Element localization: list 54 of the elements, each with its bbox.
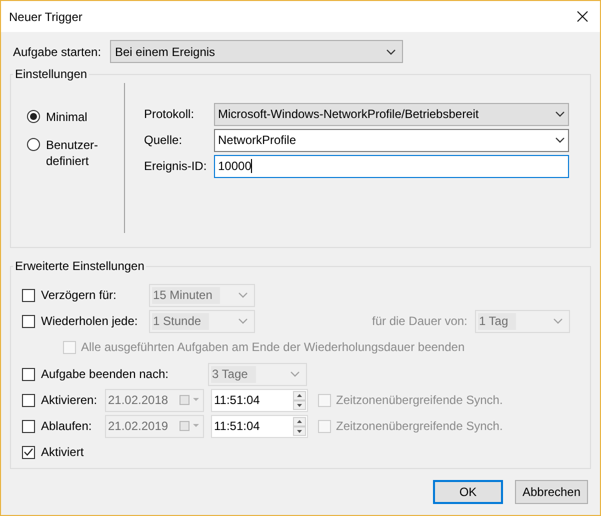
duration-label: für die Dauer von:: [372, 313, 468, 330]
group-title: Einstellungen: [14, 66, 88, 83]
sync-label: Zeitzonenübergreifende Synch.: [336, 392, 503, 409]
window-title: Neuer Trigger: [9, 8, 82, 26]
checkbox[interactable]: [22, 446, 35, 458]
option-label: Ablaufen:: [41, 418, 93, 435]
option-label: Alle ausgeführten Aufgaben am Ende der Wiederholungsdauer beenden: [81, 339, 465, 356]
spinner-icon: [293, 416, 306, 436]
radio-label: Benutzer-definiert: [46, 137, 100, 169]
spinner-icon: [293, 390, 306, 410]
checkbox[interactable]: [22, 394, 35, 406]
close-icon: [576, 11, 588, 22]
start-dropdown[interactable]: Bei einem Ereignis: [110, 40, 403, 63]
radio-button[interactable]: [27, 110, 40, 123]
source-combo-box[interactable]: NetworkProfile: [214, 128, 569, 152]
caret-icon: [238, 318, 248, 324]
calendar-icon: [179, 421, 201, 431]
option-label: Aufgabe beenden nach:: [41, 366, 170, 383]
interval-dropdown[interactable]: 1 Stunde: [149, 310, 255, 332]
dialog-button[interactable]: OK: [433, 480, 503, 504]
field-label: Aufgabe starten:: [13, 44, 102, 60]
option-label: Aktivieren:: [41, 392, 98, 409]
checkbox[interactable]: [22, 420, 35, 432]
caret-icon: [238, 292, 248, 298]
caret-icon: [290, 371, 300, 377]
field-label: Protokoll:: [144, 106, 196, 123]
check-icon: [24, 448, 33, 456]
option-label: Aktiviert: [41, 444, 84, 461]
group-title: Erweiterte Einstellungen: [14, 258, 146, 275]
radio-label: Minimal: [46, 109, 88, 125]
field-label: Ereignis-ID:: [144, 158, 208, 175]
checkbox[interactable]: [22, 288, 35, 302]
input-field[interactable]: 10000: [214, 154, 569, 178]
caret-icon: [553, 318, 563, 324]
option-label: Wiederholen jede:: [41, 313, 139, 330]
duration-dropdown[interactable]: 15 Minuten: [149, 284, 255, 306]
checkbox[interactable]: [22, 368, 35, 380]
caret-icon: [386, 48, 396, 54]
field-label: Quelle:: [144, 132, 184, 149]
protocol-dropdown[interactable]: Microsoft-Windows-NetworkProfile/Betriebsbereit: [214, 102, 569, 126]
time-field[interactable]: 11:51:04: [211, 388, 308, 412]
dialog-button[interactable]: Abbrechen: [515, 480, 588, 504]
caret-icon: [555, 137, 565, 143]
calendar-icon: [179, 395, 201, 405]
date-field[interactable]: 21.02.2018: [105, 388, 204, 412]
checkbox[interactable]: [22, 314, 35, 328]
option-label: Verzögern für:: [41, 287, 118, 304]
caret-icon: [555, 111, 565, 117]
radio-button[interactable]: [27, 138, 40, 151]
time-field[interactable]: 11:51:04: [211, 414, 308, 438]
duration-dropdown[interactable]: 3 Tage: [208, 362, 307, 386]
date-field[interactable]: 21.02.2019: [105, 414, 204, 438]
duration-dropdown[interactable]: 1 Tag: [475, 310, 570, 332]
sync-label: Zeitzonenübergreifende Synch.: [336, 418, 503, 435]
